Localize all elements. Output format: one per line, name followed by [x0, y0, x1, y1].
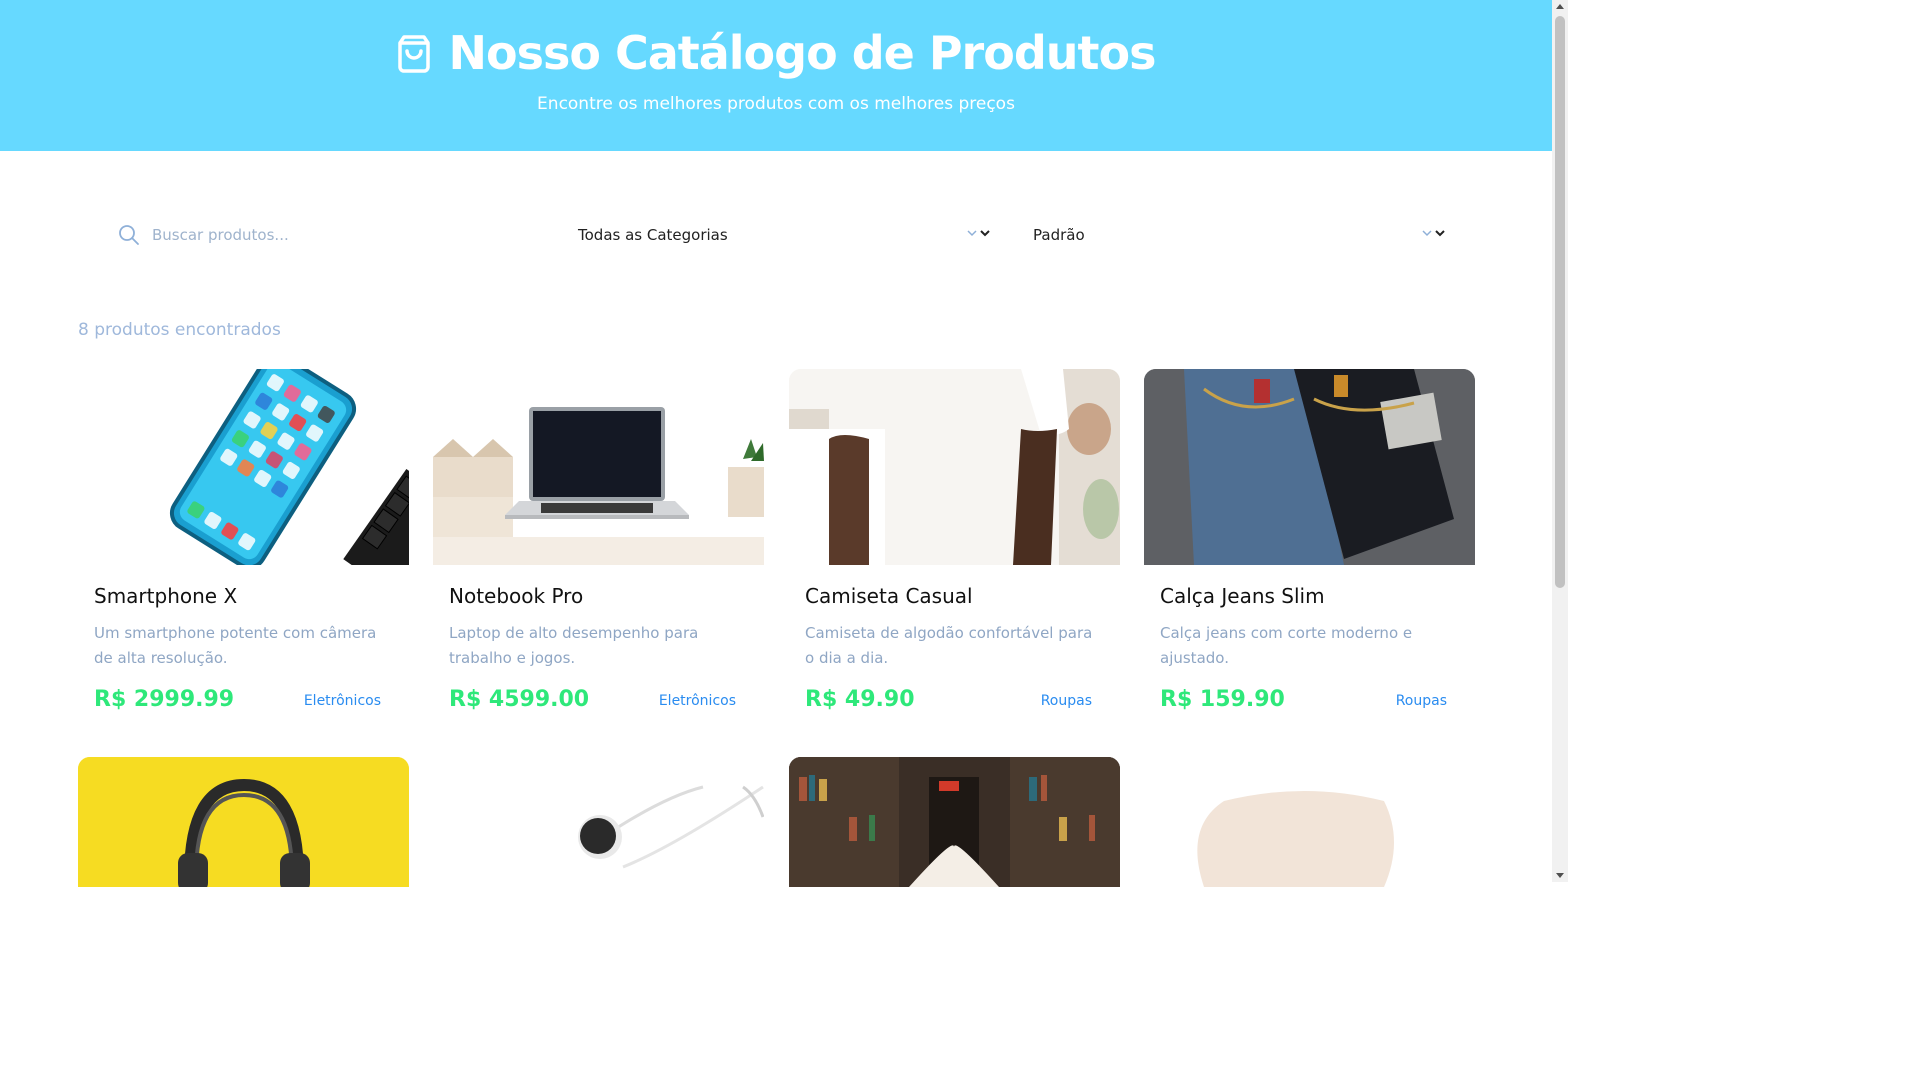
tshirt-image	[789, 369, 1120, 565]
headphones-image	[78, 757, 409, 887]
product-category: Eletrônicos	[303, 693, 381, 709]
filter-bar: Todas as Categorias Padrão	[78, 210, 1474, 260]
books-image	[789, 757, 1120, 887]
scrollbar-thumb[interactable]	[1555, 16, 1565, 588]
earphones-image	[433, 757, 764, 887]
product-description: Camiseta de algodão confortável para o d…	[805, 624, 1093, 667]
product-card[interactable]: Notebook Pro Laptop de alto desempenho p…	[433, 369, 764, 712]
category-select-value: Todas as Categorias	[578, 226, 728, 244]
fabric-image	[1144, 757, 1475, 887]
product-name: Smartphone X	[94, 584, 238, 608]
product-category: Roupas	[1040, 693, 1092, 709]
product-card[interactable]: Camiseta Casual Camiseta de algodão conf…	[789, 369, 1120, 712]
search-box	[118, 210, 518, 260]
product-price: R$ 4599.00	[449, 687, 590, 712]
product-card[interactable]	[1144, 757, 1475, 887]
product-card[interactable]: Calça Jeans Slim Calça jeans com corte m…	[1144, 369, 1475, 712]
product-description: Laptop de alto desempenho para trabalho …	[449, 624, 699, 667]
search-input[interactable]	[152, 226, 492, 244]
page-header: Nosso Catálogo de Produtos Encontre os m…	[0, 0, 1552, 151]
shopping-bag-icon	[396, 33, 432, 73]
product-name: Notebook Pro	[449, 584, 584, 608]
product-card[interactable]	[789, 757, 1120, 887]
product-category: Eletrônicos	[658, 693, 736, 709]
sort-select[interactable]: Padrão	[1033, 210, 1448, 260]
header-title-row: Nosso Catálogo de Produtos	[0, 26, 1552, 80]
smartphone-image	[78, 369, 409, 565]
scroll-up-icon[interactable]	[1556, 4, 1564, 9]
category-select[interactable]: Todas as Categorias	[578, 210, 993, 260]
results-count: 8 produtos encontrados	[78, 320, 281, 340]
sort-select-value: Padrão	[1033, 226, 1085, 244]
product-price: R$ 2999.99	[94, 687, 235, 712]
scroll-down-icon[interactable]	[1556, 873, 1564, 878]
product-price: R$ 159.90	[1160, 687, 1285, 712]
product-name: Camiseta Casual	[805, 584, 973, 608]
search-icon	[119, 225, 139, 245]
laptop-image	[433, 369, 764, 565]
chevron-down-icon	[1422, 230, 1445, 237]
product-description: Um smartphone potente com câmera de alta…	[94, 624, 377, 667]
jeans-image	[1144, 369, 1475, 565]
product-card[interactable]	[433, 757, 764, 887]
page-title: Nosso Catálogo de Produtos	[448, 26, 1156, 80]
product-card[interactable]	[78, 757, 409, 887]
product-price: R$ 49.90	[805, 687, 915, 712]
page-subtitle: Encontre os melhores produtos com os mel…	[537, 94, 1015, 114]
chevron-down-icon	[967, 230, 990, 237]
product-description: Calça jeans com corte moderno e ajustado…	[1160, 624, 1413, 667]
product-name: Calça Jeans Slim	[1160, 584, 1325, 608]
product-category: Roupas	[1395, 693, 1447, 709]
page-scrollbar[interactable]	[1552, 0, 1568, 882]
product-card[interactable]: Smartphone X Um smartphone potente com c…	[78, 369, 409, 712]
